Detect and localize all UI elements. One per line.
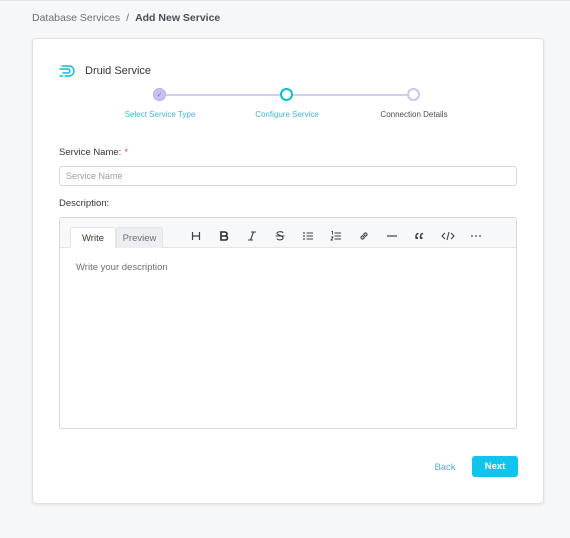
breadcrumb-database-services[interactable]: Database Services [32, 12, 120, 24]
druid-logo-icon [59, 64, 75, 78]
step-label-connection-details: Connection Details [380, 110, 448, 119]
link-icon[interactable] [350, 228, 378, 244]
step-dot-select-service-type: ✓ [153, 88, 166, 101]
quote-icon[interactable] [406, 228, 434, 244]
code-icon[interactable] [434, 228, 462, 244]
breadcrumb-current: Add New Service [135, 12, 221, 24]
italic-icon[interactable] [238, 228, 266, 244]
service-name-label-text: Service Name: [59, 147, 122, 158]
numbered-list-icon[interactable] [322, 228, 350, 244]
add-service-card: Druid Service ✓ Select Service Type Conf… [32, 38, 544, 504]
service-header: Druid Service [59, 64, 151, 78]
bold-icon[interactable] [210, 228, 238, 244]
horizontal-rule-icon[interactable] [378, 228, 406, 244]
breadcrumb: Database Services / Add New Service [32, 12, 220, 24]
next-button[interactable]: Next [472, 456, 518, 477]
service-title: Druid Service [85, 65, 152, 77]
strikethrough-icon[interactable] [266, 228, 294, 244]
description-label: Description: [59, 198, 110, 209]
step-dot-configure-service [280, 88, 293, 101]
formatting-tools [182, 228, 490, 244]
top-divider [0, 0, 570, 1]
service-name-label: Service Name: * [59, 147, 128, 158]
step-label-select-service-type: Select Service Type [124, 110, 196, 119]
back-button[interactable]: Back [425, 457, 465, 477]
heading-icon[interactable] [182, 228, 210, 244]
step-connector-2 [291, 94, 413, 96]
stepper: ✓ Select Service Type Configure Service … [113, 87, 463, 121]
tab-write[interactable]: Write [70, 227, 116, 248]
tab-preview[interactable]: Preview [116, 227, 163, 248]
service-name-placeholder: Service Name [66, 171, 123, 181]
step-label-configure-service: Configure Service [255, 110, 319, 119]
description-editor: Write Preview Write your description [59, 217, 517, 429]
check-icon: ✓ [156, 91, 163, 99]
step-dot-connection-details [407, 88, 420, 101]
service-name-input[interactable]: Service Name [59, 166, 517, 186]
more-icon[interactable] [462, 228, 490, 244]
bullet-list-icon[interactable] [294, 228, 322, 244]
required-marker: * [124, 147, 129, 158]
editor-toolbar: Write Preview [60, 218, 516, 248]
description-textarea[interactable]: Write your description [76, 262, 168, 273]
breadcrumb-separator: / [126, 12, 130, 24]
step-connector-1 [161, 94, 283, 96]
